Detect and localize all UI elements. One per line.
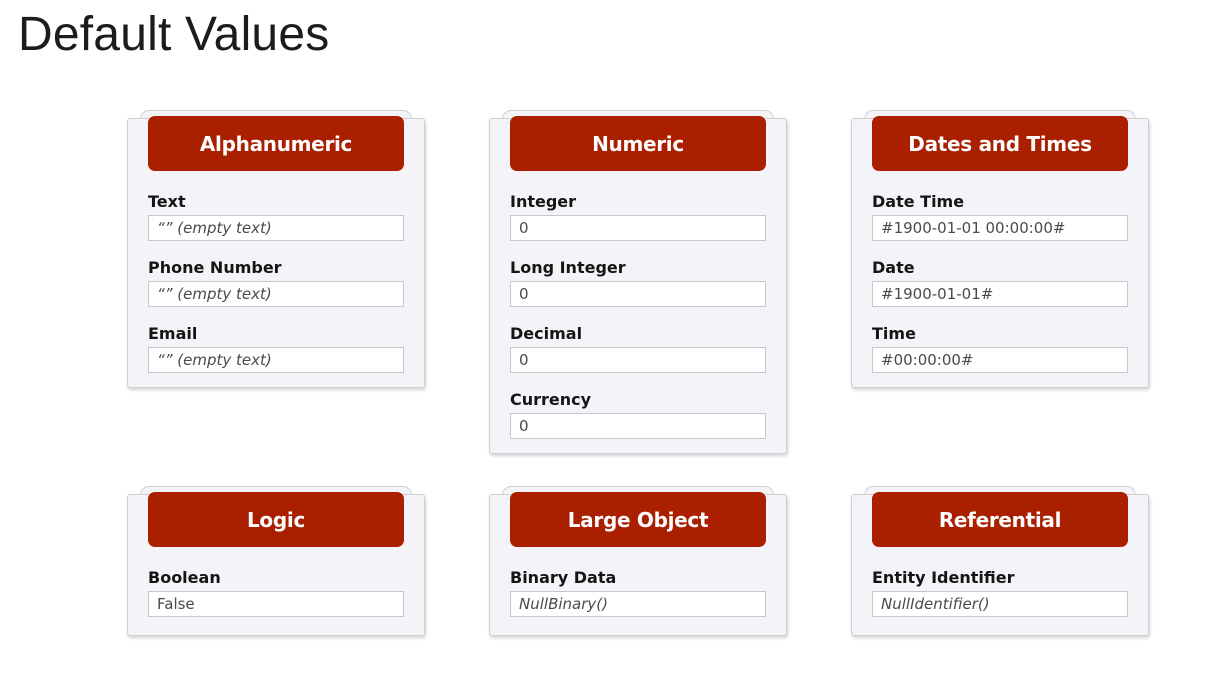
field-value: “” (empty text)	[148, 215, 404, 241]
field-boolean: Boolean False	[148, 567, 404, 633]
field-label: Phone Number	[148, 258, 282, 277]
card-numeric: Numeric Integer 0 Long Integer 0 Decimal…	[489, 110, 787, 455]
field-label: Text	[148, 192, 186, 211]
field-label: Currency	[510, 390, 592, 409]
field-list: Boolean False	[148, 567, 404, 633]
field-phone-number: Phone Number “” (empty text)	[148, 257, 404, 323]
field-value: #1900-01-01 00:00:00#	[872, 215, 1128, 241]
field-value: 0	[510, 281, 766, 307]
card-logic: Logic Boolean False	[127, 486, 425, 636]
field-list: Date Time #1900-01-01 00:00:00# Date #19…	[872, 191, 1128, 389]
field-label: Email	[148, 324, 198, 343]
field-integer: Integer 0	[510, 191, 766, 257]
field-label: Date	[872, 258, 915, 277]
page-title: Default Values	[18, 8, 330, 61]
field-list: Binary Data NullBinary()	[510, 567, 766, 633]
card-header: Logic	[148, 492, 404, 547]
card-header: Large Object	[510, 492, 766, 547]
field-label: Integer	[510, 192, 577, 211]
card-referential: Referential Entity Identifier NullIdenti…	[851, 486, 1149, 636]
field-value: False	[148, 591, 404, 617]
field-label: Boolean	[148, 568, 221, 587]
card-header: Numeric	[510, 116, 766, 171]
field-list: Entity Identifier NullIdentifier()	[872, 567, 1128, 633]
field-value: NullIdentifier()	[872, 591, 1128, 617]
card-large-object: Large Object Binary Data NullBinary()	[489, 486, 787, 636]
field-currency: Currency 0	[510, 389, 766, 455]
card-header: Referential	[872, 492, 1128, 547]
card-header: Alphanumeric	[148, 116, 404, 171]
field-label: Decimal	[510, 324, 583, 343]
field-label: Long Integer	[510, 258, 626, 277]
field-value: 0	[510, 347, 766, 373]
field-value: #00:00:00#	[872, 347, 1128, 373]
card-header: Dates and Times	[872, 116, 1128, 171]
field-value: 0	[510, 215, 766, 241]
field-decimal: Decimal 0	[510, 323, 766, 389]
field-text: Text “” (empty text)	[148, 191, 404, 257]
field-label: Date Time	[872, 192, 965, 211]
field-value: #1900-01-01#	[872, 281, 1128, 307]
field-label: Time	[872, 324, 916, 343]
field-binary-data: Binary Data NullBinary()	[510, 567, 766, 633]
field-list: Text “” (empty text) Phone Number “” (em…	[148, 191, 404, 389]
field-entity-identifier: Entity Identifier NullIdentifier()	[872, 567, 1128, 633]
field-date: Date #1900-01-01#	[872, 257, 1128, 323]
field-list: Integer 0 Long Integer 0 Decimal 0 Curre…	[510, 191, 766, 455]
field-date-time: Date Time #1900-01-01 00:00:00#	[872, 191, 1128, 257]
field-value: NullBinary()	[510, 591, 766, 617]
field-label: Binary Data	[510, 568, 617, 587]
field-long-integer: Long Integer 0	[510, 257, 766, 323]
field-value: “” (empty text)	[148, 347, 404, 373]
field-label: Entity Identifier	[872, 568, 1015, 587]
field-value: 0	[510, 413, 766, 439]
field-time: Time #00:00:00#	[872, 323, 1128, 389]
field-value: “” (empty text)	[148, 281, 404, 307]
card-alphanumeric: Alphanumeric Text “” (empty text) Phone …	[127, 110, 425, 389]
card-dates-and-times: Dates and Times Date Time #1900-01-01 00…	[851, 110, 1149, 389]
field-email: Email “” (empty text)	[148, 323, 404, 389]
